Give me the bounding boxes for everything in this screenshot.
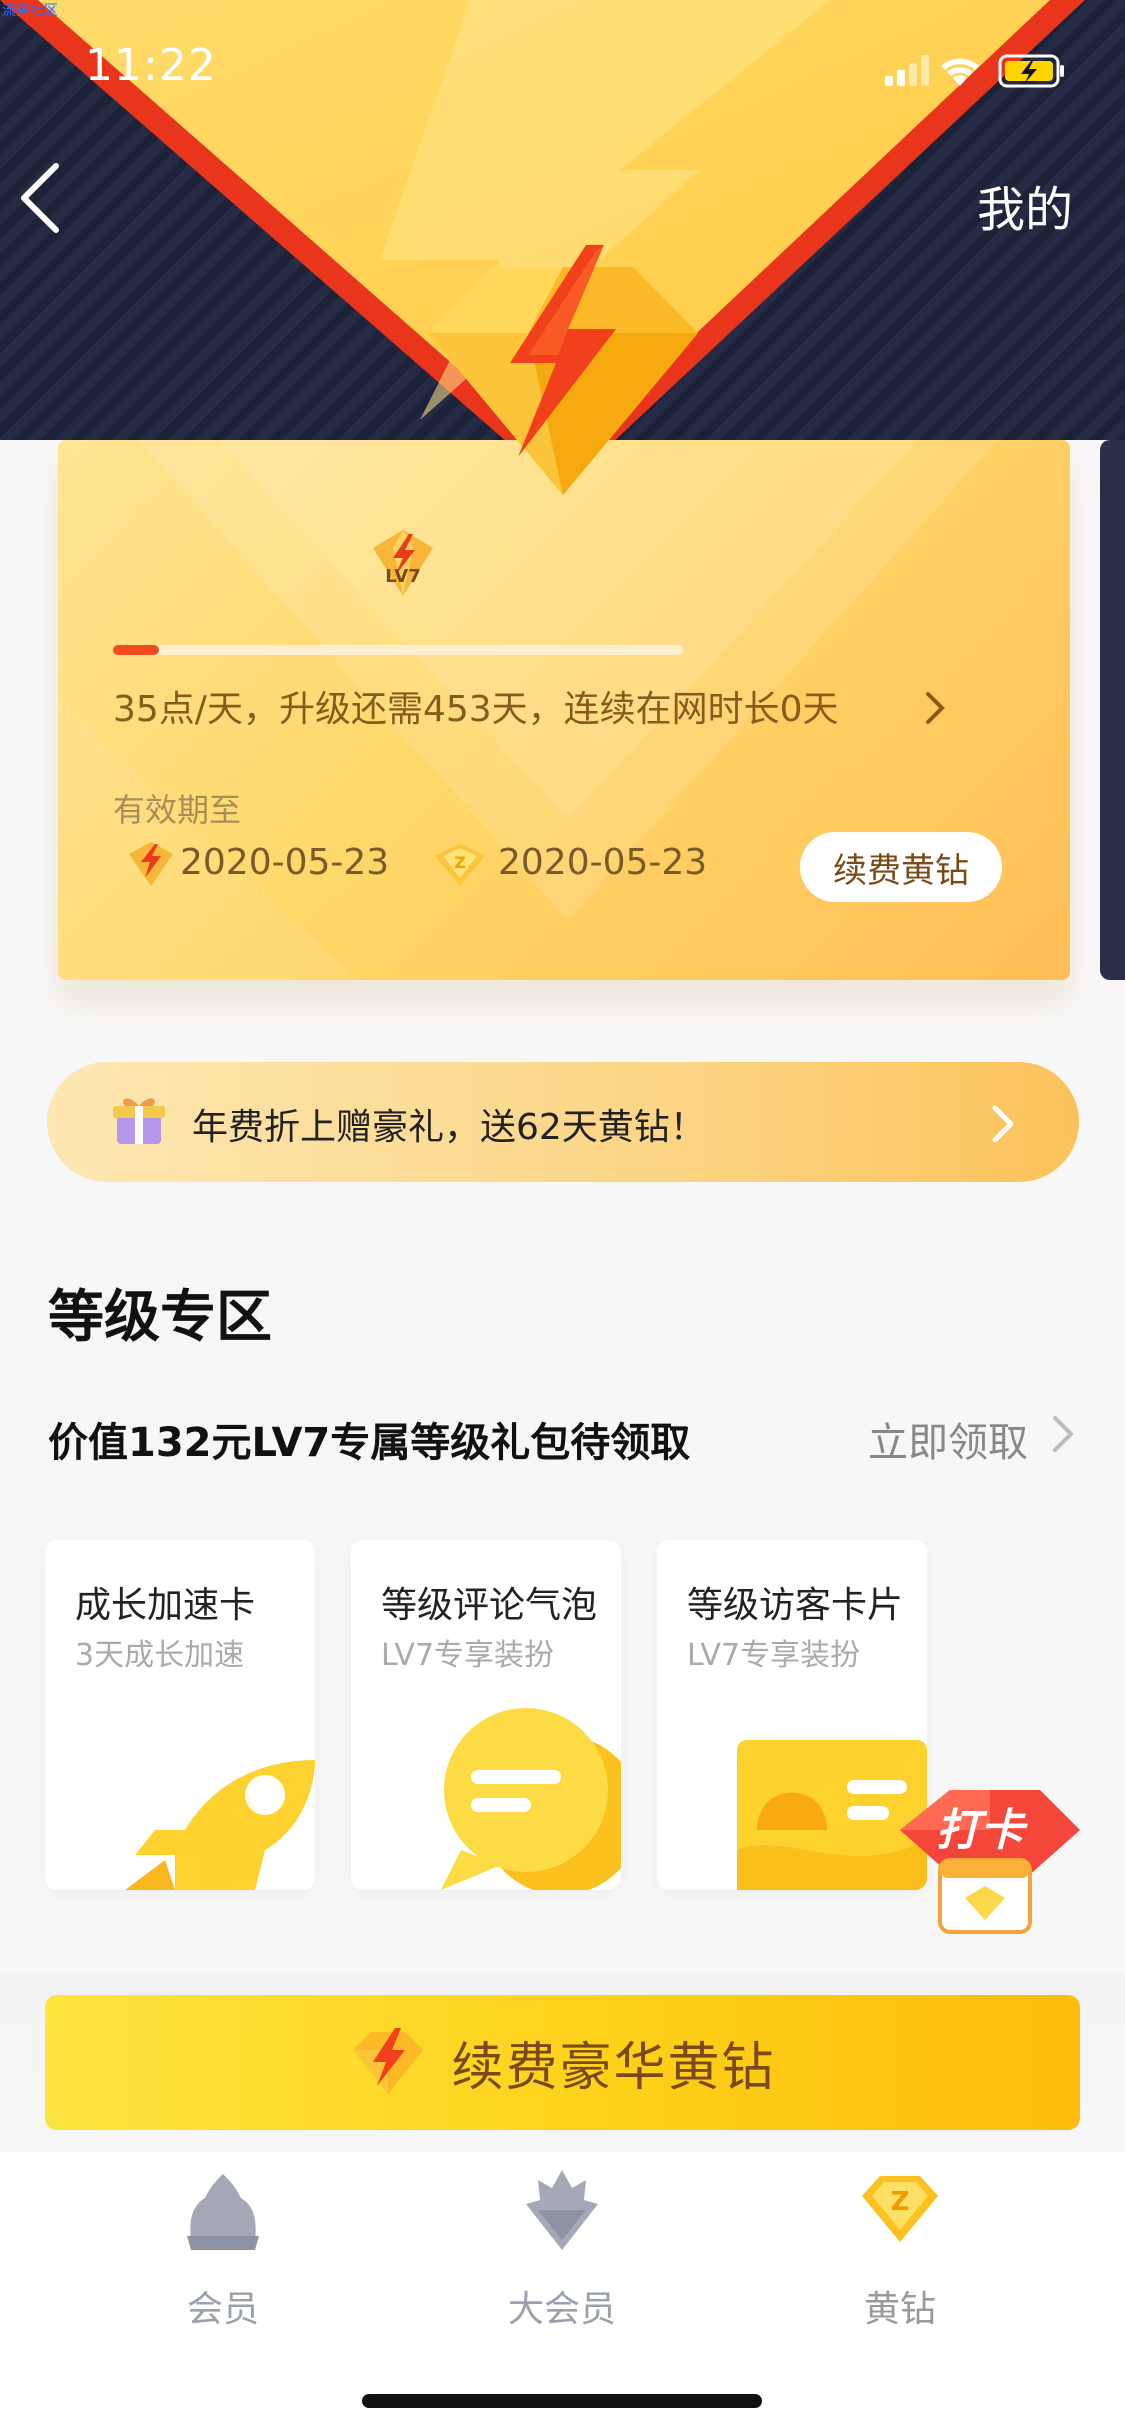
perk-subtitle: 3天成长加速 [75,1638,245,1673]
yellow-diamond-emblem-icon [428,245,698,495]
level-badge-label: LV7 [385,566,420,587]
super-diamond-expiry: 2020-05-23 [180,842,390,883]
status-icons [885,54,1064,88]
level-gift-title: 价值132元LV7专属等级礼包待领取 [48,1420,691,1466]
super-diamond-icon [353,2027,424,2094]
tab-member[interactable]: 会员 [103,2170,343,2330]
svg-text:Z: Z [454,853,466,872]
back-arrow-icon[interactable] [14,158,74,238]
tab-yellow-diamond[interactable]: Z 黄钻 [780,2170,1020,2330]
tab-label: 会员 [186,2289,259,2330]
battery-icon [998,54,1064,88]
svg-text:Z: Z [891,2187,910,2217]
tab-bar: 会员 大会员 Z 黄钻 [0,2152,1125,2436]
wifi-icon [941,58,979,86]
yellow-diamond-icon: Z [862,2176,938,2242]
valid-until-label: 有效期至 [113,791,242,829]
tab-label: 黄钻 [863,2289,936,2330]
check-in-label: 打卡 [936,1805,1028,1856]
next-card-peek[interactable] [1100,440,1125,980]
perk-subtitle: LV7专享装扮 [687,1638,861,1673]
promo-text: 年费折上赠豪礼，送62天黄钻！ [192,1107,706,1148]
big-member-icon [526,2170,598,2250]
perk-card-growth-boost[interactable]: 成长加速卡 3天成长加速 [45,1540,315,1890]
home-indicator [362,2394,762,2408]
gift-box-icon [113,1098,165,1144]
claim-now-link[interactable]: 立即领取 [868,1410,1028,1468]
level-progress-fill [113,645,159,655]
perk-subtitle: LV7专享装扮 [381,1638,555,1673]
member-icon [187,2174,259,2250]
status-time: 11:22 [85,40,217,91]
perk-title: 等级评论气泡 [381,1585,598,1626]
yellow-diamond-expiry: 2020-05-23 [498,842,708,883]
perk-title: 成长加速卡 [75,1585,256,1626]
calendar-icon [938,1858,1032,1934]
annual-promo-banner[interactable]: 年费折上赠豪礼，送62天黄钻！ [47,1062,1079,1182]
my-link[interactable]: 我的 [977,170,1073,240]
chevron-right-icon [992,1105,1014,1143]
member-card: LV7 35点/天，升级还需453天，连续在网时长0天 有效期至 2020-05… [58,440,1070,980]
chevron-right-icon[interactable] [1050,1412,1076,1456]
watermark: 流星社区 [2,3,58,19]
perk-title: 等级访客卡片 [687,1585,904,1626]
main-button-label: 续费豪华黄钻 [451,2038,776,2098]
rocket-icon [125,1760,315,1890]
check-in-float-button[interactable]: 打卡 [880,1790,1080,1940]
perk-card-comment-bubble[interactable]: 等级评论气泡 LV7专享装扮 [351,1540,621,1890]
tab-label: 大会员 [507,2289,616,2330]
level-badge-icon: LV7 [373,530,433,596]
level-description[interactable]: 35点/天，升级还需453天，连续在网时长0天 [113,680,839,732]
level-progress-bar [113,645,683,655]
chat-bubble-icon [441,1708,621,1890]
signal-icon [885,55,929,86]
super-diamond-icon [129,842,173,886]
renew-luxury-yellow-diamond-button[interactable]: 续费豪华黄钻 [45,1995,1080,2130]
renew-yellow-diamond-button[interactable]: 续费黄钻 [800,832,1002,902]
level-section-title: 等级专区 [48,1285,272,1350]
yellow-diamond-small-icon: Z [435,844,485,886]
tab-big-member[interactable]: 大会员 [442,2170,682,2330]
chevron-right-icon[interactable] [920,688,950,728]
